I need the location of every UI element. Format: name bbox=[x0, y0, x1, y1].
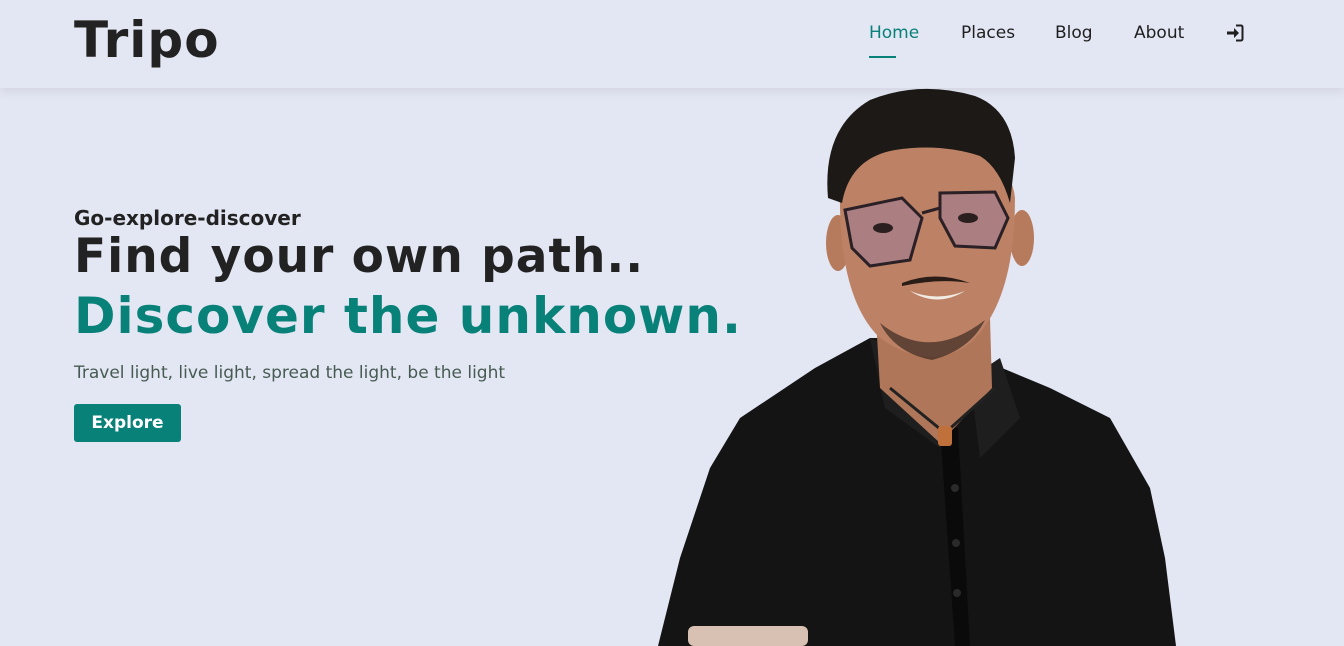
explore-button[interactable]: Explore bbox=[74, 404, 181, 442]
sign-in-icon[interactable] bbox=[1226, 24, 1244, 42]
hero-description: Travel light, live light, spread the lig… bbox=[74, 363, 506, 383]
person-portrait-image bbox=[658, 88, 1176, 646]
nav-places[interactable]: Places bbox=[961, 21, 1015, 45]
nav-blog[interactable]: Blog bbox=[1055, 21, 1093, 45]
hero-headline: Find your own path.. bbox=[74, 229, 645, 284]
logo[interactable]: Tripo bbox=[74, 8, 220, 72]
nav-home[interactable]: Home bbox=[869, 21, 919, 45]
site-header: Tripo Home Places Blog About bbox=[0, 0, 1344, 88]
nav-about[interactable]: About bbox=[1134, 21, 1184, 45]
nav-home-underline bbox=[869, 56, 896, 58]
